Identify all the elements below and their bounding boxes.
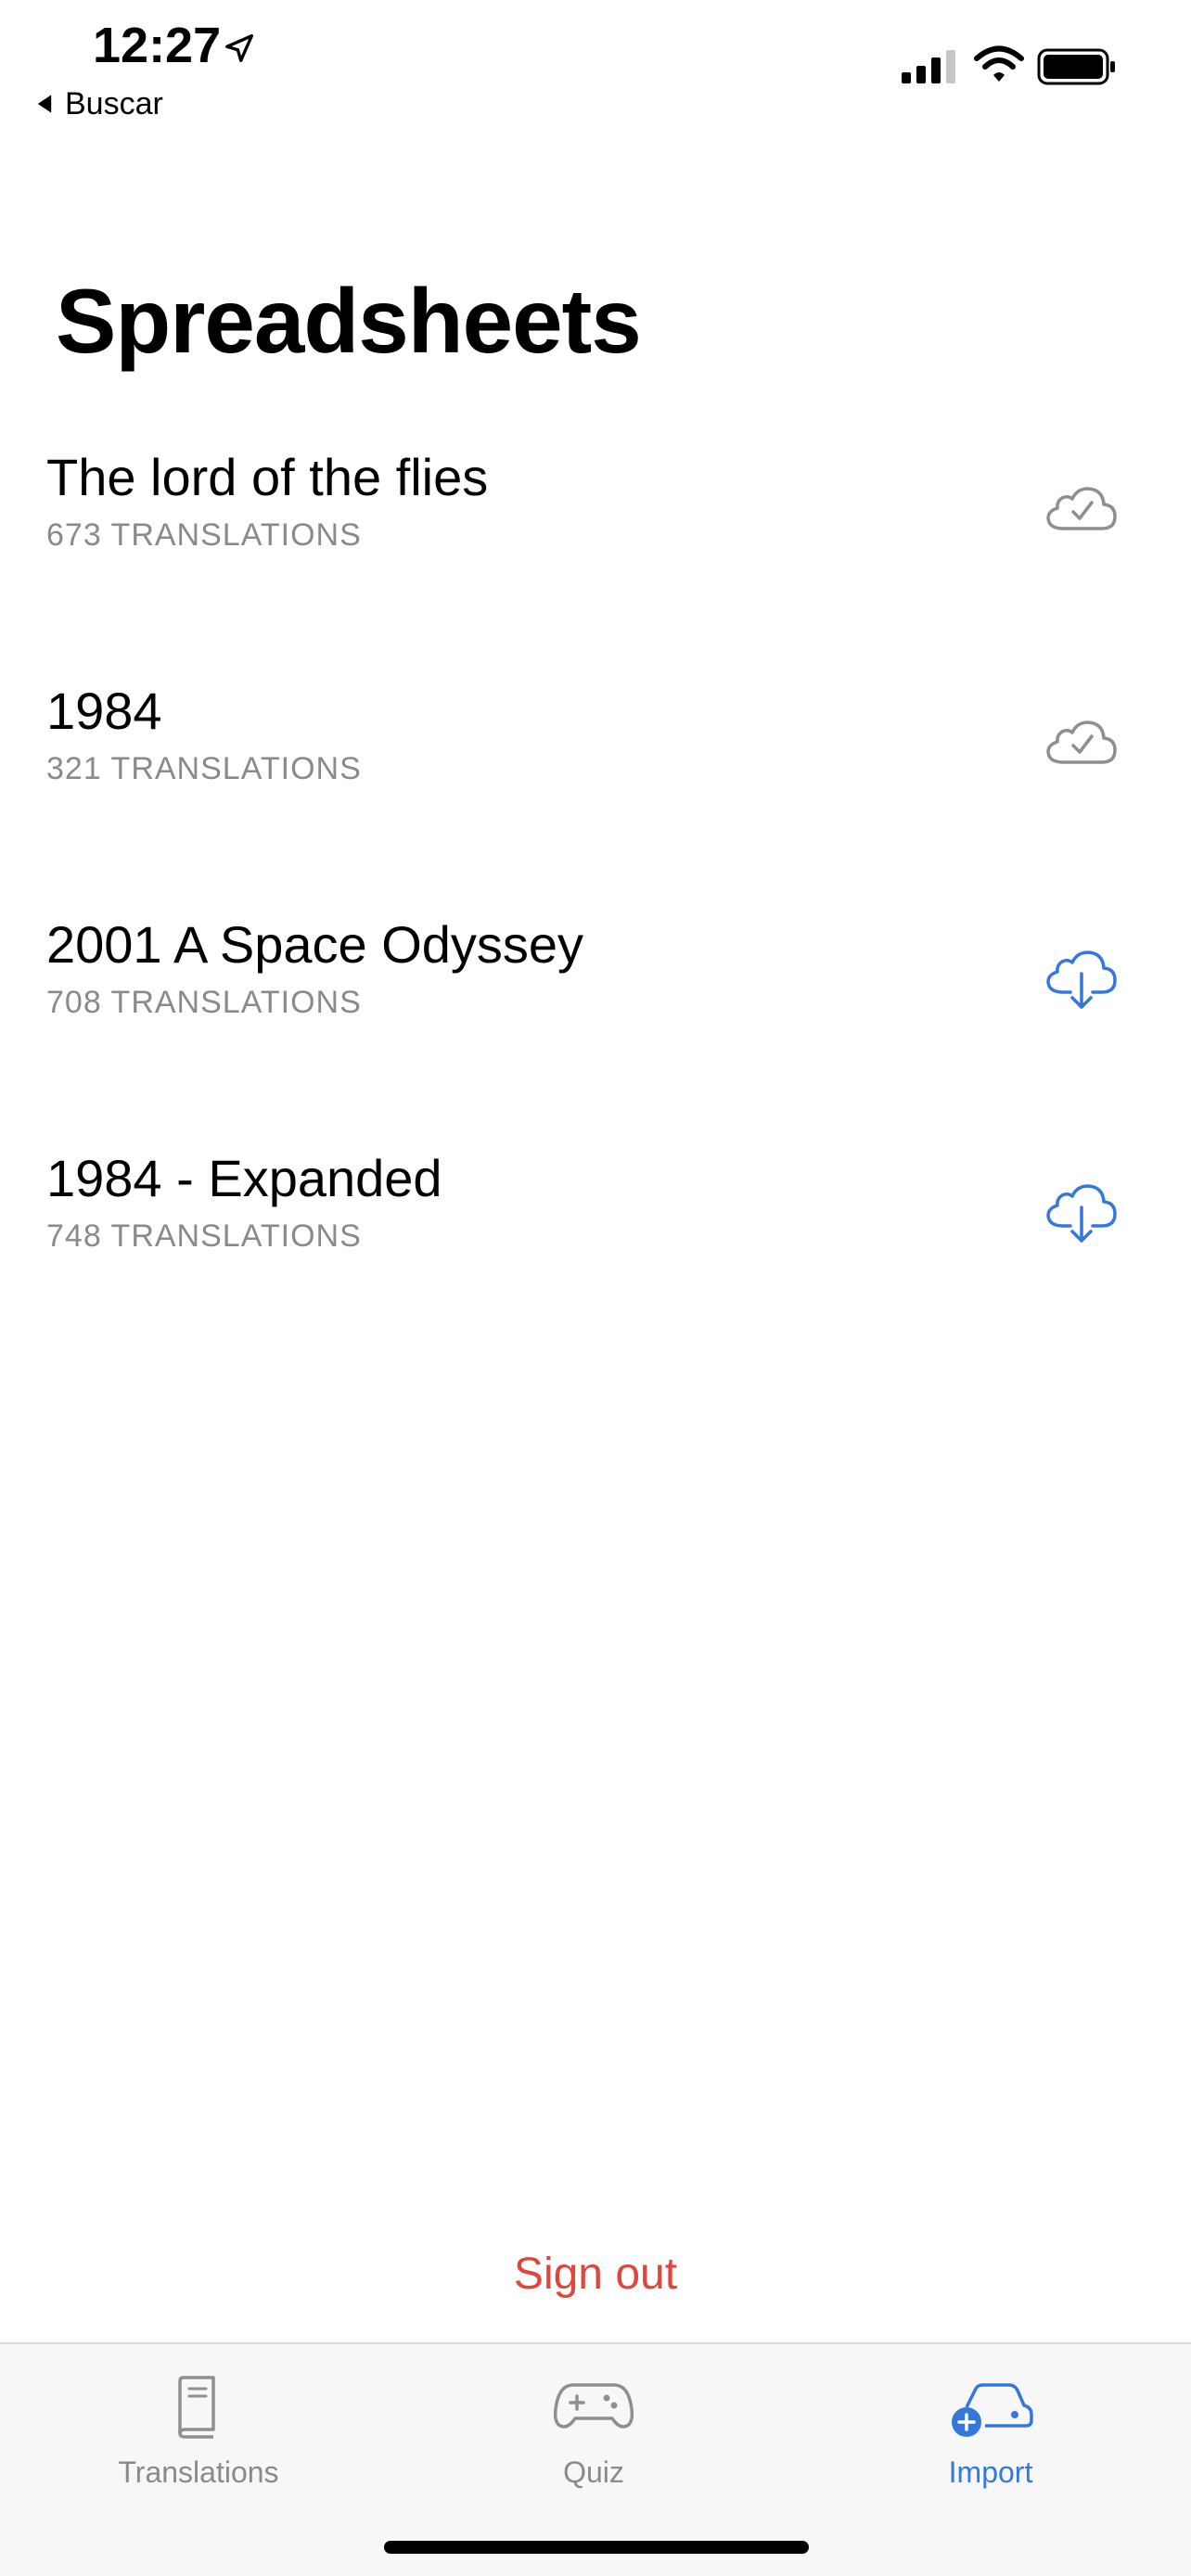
spreadsheet-row[interactable]: 1984 321 TRANSLATIONS xyxy=(0,670,1191,903)
status-bar: 12:27 Buscar xyxy=(0,0,1191,130)
location-arrow-icon xyxy=(225,34,253,63)
spreadsheet-translation-count: 708 TRANSLATIONS xyxy=(46,985,362,1020)
cloud-download-button[interactable] xyxy=(1043,1170,1121,1248)
spreadsheet-name: 1984 xyxy=(46,682,162,740)
tab-translations[interactable]: Translations xyxy=(78,2368,319,2507)
status-time: 12:27 xyxy=(93,18,222,73)
spreadsheet-translation-count: 748 TRANSLATIONS xyxy=(46,1218,362,1254)
cloud-check-button[interactable] xyxy=(1043,703,1121,781)
tab-quiz-label: Quiz xyxy=(563,2455,624,2489)
spreadsheet-name: The lord of the flies xyxy=(46,448,489,506)
spreadsheet-translation-count: 673 TRANSLATIONS xyxy=(46,517,362,553)
spreadsheet-row[interactable]: 2001 A Space Odyssey 708 TRANSLATIONS xyxy=(0,903,1191,1137)
car-plus-icon xyxy=(952,2383,1033,2437)
screen: 12:27 Buscar Spreadsheets The lord of th… xyxy=(0,0,1191,2576)
spreadsheet-row[interactable]: The lord of the flies 673 TRANSLATIONS xyxy=(0,436,1191,670)
spreadsheet-list: The lord of the flies 673 TRANSLATIONS 1… xyxy=(0,436,1191,1371)
spreadsheet-translation-count: 321 TRANSLATIONS xyxy=(46,751,362,786)
book-icon xyxy=(178,2376,215,2439)
gamepad-icon xyxy=(553,2383,634,2429)
tab-import-label: Import xyxy=(948,2455,1033,2489)
home-indicator[interactable] xyxy=(384,2541,809,2554)
page-title: Spreadsheets xyxy=(56,270,642,372)
back-triangle-icon xyxy=(37,95,52,113)
cloud-download-button[interactable] xyxy=(1043,937,1121,1014)
cloud-check-button[interactable] xyxy=(1043,469,1121,547)
tab-translations-label: Translations xyxy=(118,2455,279,2489)
cloud-check-icon xyxy=(1046,487,1117,530)
cloud-download-icon xyxy=(1046,1184,1117,1243)
battery-icon xyxy=(1037,48,1115,85)
wifi-icon xyxy=(974,45,1024,82)
back-to-search-link[interactable]: Buscar xyxy=(33,83,163,124)
back-link-label: Buscar xyxy=(65,85,163,121)
spreadsheet-row[interactable]: 1984 - Expanded 748 TRANSLATIONS xyxy=(0,1137,1191,1371)
tab-quiz[interactable]: Quiz xyxy=(473,2368,714,2507)
cellular-signal-icon xyxy=(902,50,955,83)
cloud-check-icon xyxy=(1046,721,1117,764)
cloud-download-icon xyxy=(1046,950,1117,1009)
tab-import[interactable]: Import xyxy=(870,2368,1111,2507)
sign-out-button[interactable]: Sign out xyxy=(410,2238,781,2309)
spreadsheet-name: 2001 A Space Odyssey xyxy=(46,915,584,974)
spreadsheet-name: 1984 - Expanded xyxy=(46,1149,442,1207)
